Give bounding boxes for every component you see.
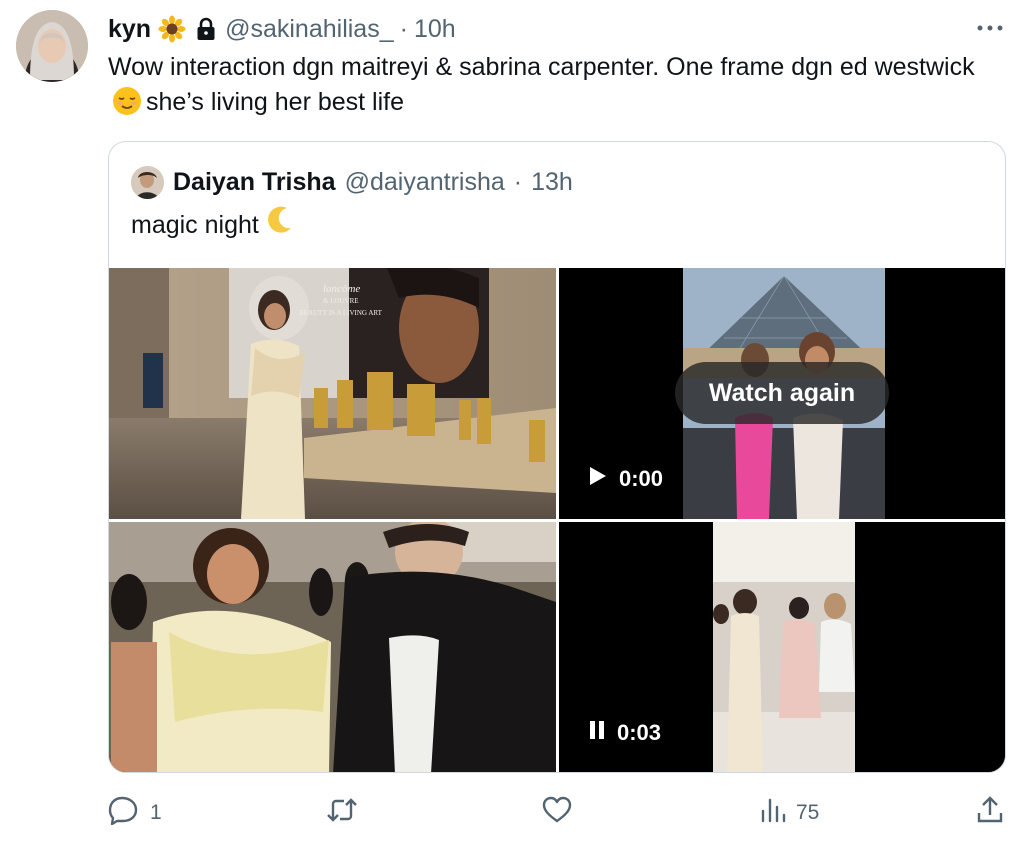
author-avatar[interactable] — [16, 10, 88, 82]
tweet-text-part2: she’s living her best life — [146, 88, 405, 116]
poster-tagline: BEAUTY IS A LIVING ART — [299, 309, 383, 317]
media-grid: lancôme & LOUVRE BEAUTY IS A LIVING ART — [109, 268, 1005, 772]
video-2-controls[interactable]: 0:03 — [589, 720, 661, 746]
relieved-face-icon — [112, 86, 142, 116]
play-icon[interactable] — [589, 466, 607, 492]
reply-count: 1 — [150, 801, 162, 824]
views-button[interactable]: 75 — [760, 796, 819, 830]
dot-separator: · — [513, 167, 523, 196]
action-bar: 1 75 — [108, 796, 1008, 830]
video-2-time: 0:03 — [617, 720, 662, 745]
quoted-timestamp[interactable]: 13h — [531, 168, 573, 197]
quoted-author-name[interactable]: Daiyan Trisha — [173, 168, 336, 197]
quoted-header: Daiyan Trisha @daiyantrisha · 13h — [131, 164, 573, 200]
share-button[interactable] — [976, 796, 1004, 830]
tweet-text: Wow interaction dgn maitreyi & sabrina c… — [108, 50, 988, 120]
like-button[interactable] — [542, 796, 582, 830]
share-icon — [976, 795, 1004, 831]
more-options-icon[interactable] — [976, 16, 1004, 40]
dot-separator: · — [399, 14, 408, 43]
author-name[interactable]: kyn — [108, 15, 151, 44]
retweet-button[interactable] — [326, 796, 368, 830]
photo-portrait-with-guest[interactable] — [109, 522, 556, 772]
crescent-moon-icon — [267, 206, 293, 244]
quoted-text-content: magic night — [131, 211, 259, 239]
heart-icon — [542, 796, 572, 830]
tweet-header: kyn @sakinahilias_ · 10h — [108, 14, 456, 44]
sunflower-icon — [157, 14, 187, 44]
retweet-icon — [326, 796, 358, 830]
author-handle[interactable]: @sakinahilias_ — [225, 15, 394, 44]
reply-icon — [108, 795, 140, 831]
poster-sub: & LOUVRE — [323, 297, 359, 305]
watch-again-button[interactable]: Watch again — [675, 362, 889, 424]
pause-icon[interactable] — [589, 720, 605, 746]
quoted-avatar[interactable] — [131, 165, 164, 199]
video-1-controls[interactable]: 0:00 — [589, 466, 663, 492]
video-1-time: 0:00 — [619, 466, 664, 491]
quoted-text: magic night — [131, 206, 293, 244]
lock-icon — [193, 15, 219, 43]
quoted-tweet[interactable]: Daiyan Trisha @daiyantrisha · 13h magic … — [108, 141, 1006, 773]
reply-button[interactable]: 1 — [108, 796, 162, 830]
poster-brand: lancôme — [323, 283, 360, 295]
views-chart-icon — [760, 797, 786, 829]
timestamp[interactable]: 10h — [414, 15, 456, 44]
quoted-handle[interactable]: @daiyantrisha — [345, 168, 505, 197]
photo-louvre-poster[interactable]: lancôme & LOUVRE BEAUTY IS A LIVING ART — [109, 268, 556, 519]
tweet-text-part1: Wow interaction dgn maitreyi & sabrina c… — [108, 53, 975, 81]
views-count: 75 — [796, 801, 820, 824]
